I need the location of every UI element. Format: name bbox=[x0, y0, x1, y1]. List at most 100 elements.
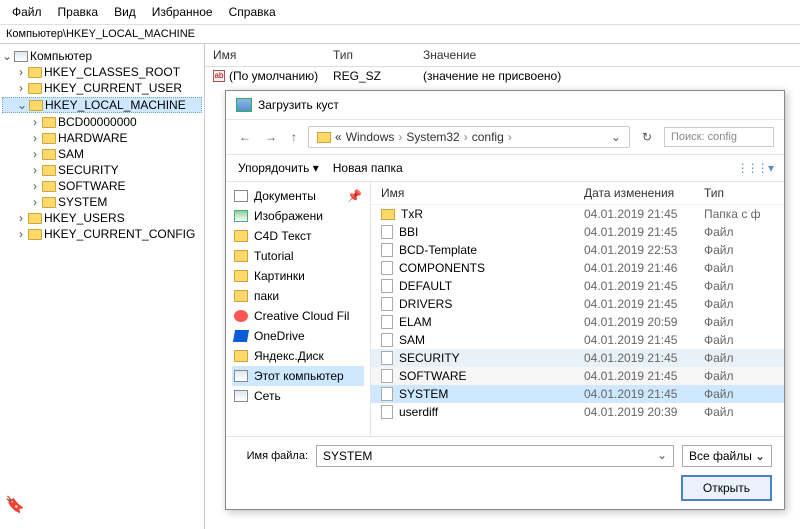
tree-hive[interactable]: ›HKEY_CLASSES_ROOT bbox=[2, 65, 202, 79]
tree-hive[interactable]: ›HKEY_CURRENT_CONFIG bbox=[2, 227, 202, 241]
chevron-icon[interactable]: › bbox=[16, 81, 26, 95]
file-row[interactable]: BBI04.01.2019 21:45Файл bbox=[371, 223, 784, 241]
value-row[interactable]: ab(По умолчанию) REG_SZ (значение не при… bbox=[205, 67, 800, 85]
col-name[interactable]: Имя bbox=[213, 48, 333, 62]
chevron-icon[interactable]: › bbox=[16, 227, 26, 241]
chevron-icon[interactable]: › bbox=[30, 163, 40, 177]
file-row[interactable]: SOFTWARE04.01.2019 21:45Файл bbox=[371, 367, 784, 385]
net-icon bbox=[234, 390, 248, 402]
chevron-icon[interactable]: › bbox=[30, 179, 40, 193]
refresh-button[interactable]: ↻ bbox=[638, 130, 656, 144]
folder-icon bbox=[42, 165, 56, 176]
menu-favorites[interactable]: Избранное bbox=[146, 3, 219, 21]
nav-up-button[interactable]: ↑ bbox=[288, 130, 300, 144]
crumb[interactable]: config bbox=[472, 130, 504, 144]
file-row[interactable]: DEFAULT04.01.2019 21:45Файл bbox=[371, 277, 784, 295]
crumb[interactable]: Windows bbox=[346, 130, 395, 144]
new-folder-button[interactable]: Новая папка bbox=[333, 161, 403, 175]
file-row[interactable]: SAM04.01.2019 21:45Файл bbox=[371, 331, 784, 349]
file-icon bbox=[381, 387, 393, 401]
file-icon bbox=[381, 315, 393, 329]
chevron-icon[interactable]: › bbox=[16, 65, 26, 79]
folder-icon bbox=[381, 209, 395, 220]
fold-icon bbox=[234, 230, 248, 242]
tree-key[interactable]: ›BCD00000000 bbox=[2, 115, 202, 129]
nav-forward-button[interactable]: → bbox=[262, 130, 280, 144]
chevron-down-icon[interactable]: ⌄ bbox=[611, 130, 621, 144]
file-col-name[interactable]: Имя bbox=[381, 186, 584, 200]
file-row[interactable]: DRIVERS04.01.2019 21:45Файл bbox=[371, 295, 784, 313]
sidebar-item[interactable]: Картинки bbox=[232, 266, 364, 286]
sidebar-item[interactable]: Яндекс.Диск bbox=[232, 346, 364, 366]
file-icon bbox=[381, 243, 393, 257]
file-icon bbox=[381, 279, 393, 293]
file-row[interactable]: ELAM04.01.2019 20:59Файл bbox=[371, 313, 784, 331]
menu-help[interactable]: Справка bbox=[223, 3, 282, 21]
filename-input[interactable]: SYSTEM bbox=[316, 445, 674, 467]
sidebar-item[interactable]: Документы📌 bbox=[232, 186, 364, 206]
crumb[interactable]: System32 bbox=[406, 130, 459, 144]
sidebar-item[interactable]: Tutorial bbox=[232, 246, 364, 266]
chevron-icon[interactable]: › bbox=[16, 211, 26, 225]
img-icon bbox=[234, 210, 248, 222]
file-row[interactable]: BCD-Template04.01.2019 22:53Файл bbox=[371, 241, 784, 259]
tree-key[interactable]: ›SOFTWARE bbox=[2, 179, 202, 193]
chevron-down-icon[interactable]: ⌄ bbox=[2, 49, 12, 63]
file-icon bbox=[381, 297, 393, 311]
sidebar-item[interactable]: C4D Текст bbox=[232, 226, 364, 246]
file-row[interactable]: SYSTEM04.01.2019 21:45Файл bbox=[371, 385, 784, 403]
tree-key[interactable]: ›SYSTEM bbox=[2, 195, 202, 209]
chevron-icon[interactable]: › bbox=[30, 131, 40, 145]
cc-icon bbox=[234, 310, 248, 322]
fold-icon bbox=[234, 290, 248, 302]
folder-icon bbox=[28, 213, 42, 224]
search-input[interactable]: Поиск: config bbox=[664, 127, 774, 147]
tree-key[interactable]: ›HARDWARE bbox=[2, 131, 202, 145]
nav-back-button[interactable]: ← bbox=[236, 130, 254, 144]
address-bar[interactable]: Компьютер\HKEY_LOCAL_MACHINE bbox=[0, 25, 800, 44]
tree-key[interactable]: ›SECURITY bbox=[2, 163, 202, 177]
dialog-sidebar: Документы📌ИзображениC4D ТекстTutorialКар… bbox=[226, 182, 371, 436]
file-row[interactable]: userdiff04.01.2019 20:39Файл bbox=[371, 403, 784, 421]
folder-icon bbox=[28, 83, 42, 94]
sidebar-item[interactable]: Сеть bbox=[232, 386, 364, 406]
chevron-icon[interactable]: › bbox=[30, 195, 40, 209]
file-row[interactable]: TxR04.01.2019 21:45Папка с ф bbox=[371, 205, 784, 223]
file-row[interactable]: SECURITY04.01.2019 21:45Файл bbox=[371, 349, 784, 367]
value-type: REG_SZ bbox=[333, 69, 423, 83]
chevron-icon[interactable]: › bbox=[30, 147, 40, 161]
menu-file[interactable]: Файл bbox=[6, 3, 48, 21]
fold-icon bbox=[234, 270, 248, 282]
sidebar-item[interactable]: Изображени bbox=[232, 206, 364, 226]
dialog-titlebar: Загрузить куст bbox=[226, 91, 784, 120]
tree-root[interactable]: ⌄Компьютер bbox=[2, 49, 202, 63]
folder-icon bbox=[28, 229, 42, 240]
chevron-icon[interactable]: › bbox=[30, 115, 40, 129]
string-value-icon: ab bbox=[213, 70, 225, 82]
col-data[interactable]: Значение bbox=[423, 48, 792, 62]
filename-label: Имя файла: bbox=[238, 450, 308, 462]
tree-hive[interactable]: ⌄HKEY_LOCAL_MACHINE bbox=[2, 97, 202, 113]
path-breadcrumb[interactable]: « Windows › System32 › config › ⌄ bbox=[308, 126, 630, 148]
sidebar-item[interactable]: OneDrive bbox=[232, 326, 364, 346]
menu-edit[interactable]: Правка bbox=[52, 3, 105, 21]
file-col-date[interactable]: Дата изменения bbox=[584, 186, 704, 200]
file-filter-dropdown[interactable]: Все файлы ⌄ bbox=[682, 445, 772, 467]
sidebar-item[interactable]: Creative Cloud Fil bbox=[232, 306, 364, 326]
tree-hive[interactable]: ›HKEY_CURRENT_USER bbox=[2, 81, 202, 95]
view-mode-button[interactable]: ⋮⋮⋮ ▾ bbox=[737, 161, 772, 175]
tree-key[interactable]: ›SAM bbox=[2, 147, 202, 161]
menu-view[interactable]: Вид bbox=[108, 3, 142, 21]
open-button[interactable]: Открыть bbox=[681, 475, 772, 501]
organize-button[interactable]: Упорядочить ▾ bbox=[238, 161, 319, 175]
file-row[interactable]: COMPONENTS04.01.2019 21:46Файл bbox=[371, 259, 784, 277]
tree-hive[interactable]: ›HKEY_USERS bbox=[2, 211, 202, 225]
menu-bar: Файл Правка Вид Избранное Справка bbox=[0, 0, 800, 25]
sidebar-item[interactable]: паки bbox=[232, 286, 364, 306]
folder-icon bbox=[29, 100, 43, 111]
bookmark-icon: 🔖 bbox=[5, 495, 25, 515]
col-type[interactable]: Тип bbox=[333, 48, 423, 62]
sidebar-item[interactable]: Этот компьютер bbox=[232, 366, 364, 386]
file-col-type[interactable]: Тип bbox=[704, 186, 774, 200]
chevron-icon[interactable]: ⌄ bbox=[17, 98, 27, 112]
